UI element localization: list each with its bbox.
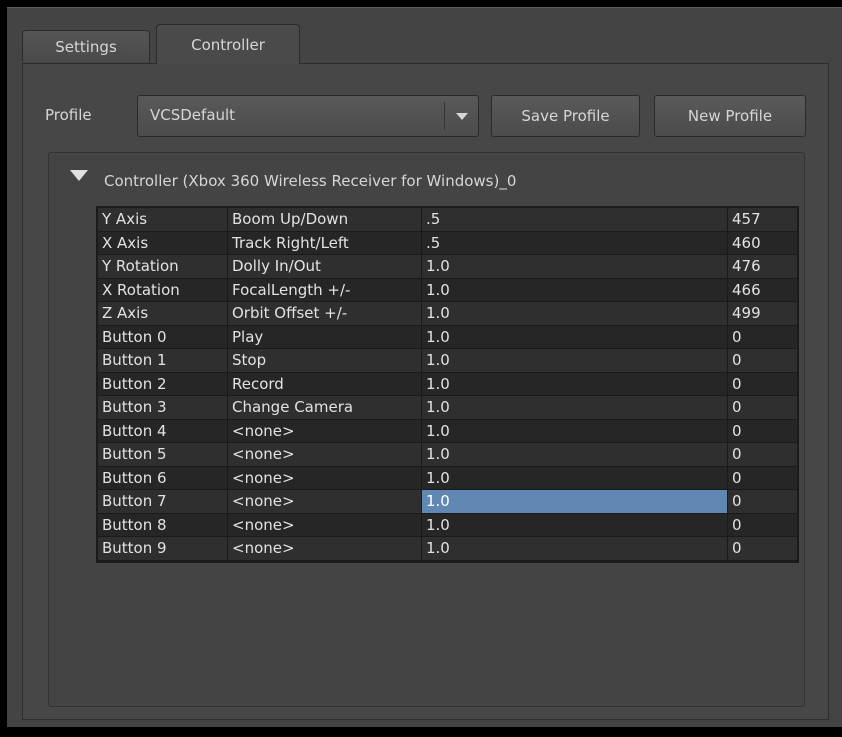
value-cell[interactable]: 457 xyxy=(728,208,797,232)
table-row[interactable]: Button 8 <none> 1.0 0 xyxy=(98,513,797,537)
scale-cell[interactable]: 1.0 xyxy=(422,537,728,561)
value-cell[interactable]: 0 xyxy=(728,419,797,443)
input-cell[interactable]: Y Rotation xyxy=(98,255,228,279)
value-cell[interactable]: 466 xyxy=(728,278,797,302)
action-cell[interactable]: Play xyxy=(228,325,422,349)
input-cell[interactable]: Button 8 xyxy=(98,513,228,537)
value-cell[interactable]: 499 xyxy=(728,302,797,326)
table-row[interactable]: Button 3 Change Camera 1.0 0 xyxy=(98,396,797,420)
scale-cell[interactable]: 1.0 xyxy=(422,302,728,326)
action-cell[interactable]: <none> xyxy=(228,537,422,561)
input-cell[interactable]: Button 5 xyxy=(98,443,228,467)
scale-cell[interactable]: .5 xyxy=(422,208,728,232)
table-row[interactable]: X Rotation FocalLength +/- 1.0 466 xyxy=(98,278,797,302)
value-cell[interactable]: 0 xyxy=(728,443,797,467)
expand-triangle-icon[interactable] xyxy=(70,170,88,181)
scale-cell[interactable]: 1.0 xyxy=(422,466,728,490)
action-cell[interactable]: Stop xyxy=(228,349,422,373)
table-row[interactable]: Button 6 <none> 1.0 0 xyxy=(98,466,797,490)
table-row[interactable]: Button 9 <none> 1.0 0 xyxy=(98,537,797,561)
chevron-down-icon[interactable] xyxy=(456,113,468,120)
action-cell[interactable]: Track Right/Left xyxy=(228,231,422,255)
controller-group-title: Controller (Xbox 360 Wireless Receiver f… xyxy=(104,172,517,190)
input-cell[interactable]: Button 1 xyxy=(98,349,228,373)
value-cell[interactable]: 0 xyxy=(728,537,797,561)
input-cell[interactable]: Button 3 xyxy=(98,396,228,420)
value-cell[interactable]: 0 xyxy=(728,372,797,396)
action-cell[interactable]: FocalLength +/- xyxy=(228,278,422,302)
new-profile-button[interactable]: New Profile xyxy=(654,95,806,137)
action-cell[interactable]: Change Camera xyxy=(228,396,422,420)
table-row[interactable]: Button 0 Play 1.0 0 xyxy=(98,325,797,349)
value-cell[interactable]: 0 xyxy=(728,466,797,490)
scale-cell[interactable]: 1.0 xyxy=(422,325,728,349)
tab-settings-label: Settings xyxy=(55,37,117,56)
value-cell[interactable]: 460 xyxy=(728,231,797,255)
scale-cell[interactable]: 1.0 xyxy=(422,490,728,514)
value-cell[interactable]: 0 xyxy=(728,513,797,537)
scale-cell[interactable]: 1.0 xyxy=(422,278,728,302)
tab-controller[interactable]: Controller xyxy=(156,24,300,64)
action-cell[interactable]: Dolly In/Out xyxy=(228,255,422,279)
table-row[interactable]: Y Rotation Dolly In/Out 1.0 476 xyxy=(98,255,797,279)
scale-cell[interactable]: 1.0 xyxy=(422,255,728,279)
scale-cell[interactable]: 1.0 xyxy=(422,372,728,396)
bottom-border xyxy=(7,727,842,737)
value-cell[interactable]: 0 xyxy=(728,396,797,420)
scale-cell[interactable]: 1.0 xyxy=(422,396,728,420)
value-cell[interactable]: 476 xyxy=(728,255,797,279)
table-row[interactable]: X Axis Track Right/Left .5 460 xyxy=(98,231,797,255)
table-row[interactable]: Button 2 Record 1.0 0 xyxy=(98,372,797,396)
value-cell[interactable]: 0 xyxy=(728,490,797,514)
action-cell[interactable]: Boom Up/Down xyxy=(228,208,422,232)
scale-cell[interactable]: .5 xyxy=(422,231,728,255)
action-cell[interactable]: <none> xyxy=(228,443,422,467)
value-cell[interactable]: 0 xyxy=(728,349,797,373)
action-cell[interactable]: Orbit Offset +/- xyxy=(228,302,422,326)
profile-label: Profile xyxy=(45,106,92,124)
scale-cell[interactable]: 1.0 xyxy=(422,419,728,443)
input-cell[interactable]: Button 9 xyxy=(98,537,228,561)
table-row[interactable]: Button 7 <none> 1.0 0 xyxy=(98,490,797,514)
input-cell[interactable]: Button 2 xyxy=(98,372,228,396)
input-cell[interactable]: Button 4 xyxy=(98,419,228,443)
value-cell[interactable]: 0 xyxy=(728,325,797,349)
scale-cell[interactable]: 1.0 xyxy=(422,349,728,373)
table-row[interactable]: Button 1 Stop 1.0 0 xyxy=(98,349,797,373)
action-cell[interactable]: <none> xyxy=(228,466,422,490)
table-row[interactable]: Button 4 <none> 1.0 0 xyxy=(98,419,797,443)
action-cell[interactable]: <none> xyxy=(228,419,422,443)
scale-cell[interactable]: 1.0 xyxy=(422,443,728,467)
profile-combobox-value: VCSDefault xyxy=(150,106,236,124)
input-cell[interactable]: Button 0 xyxy=(98,325,228,349)
scale-cell[interactable]: 1.0 xyxy=(422,513,728,537)
table-row[interactable]: Button 5 <none> 1.0 0 xyxy=(98,443,797,467)
action-cell[interactable]: <none> xyxy=(228,513,422,537)
input-cell[interactable]: Y Axis xyxy=(98,208,228,232)
action-cell[interactable]: <none> xyxy=(228,490,422,514)
combobox-separator xyxy=(444,102,445,130)
input-cell[interactable]: Z Axis xyxy=(98,302,228,326)
input-cell[interactable]: Button 7 xyxy=(98,490,228,514)
table-row[interactable]: Z Axis Orbit Offset +/- 1.0 499 xyxy=(98,302,797,326)
save-profile-button[interactable]: Save Profile xyxy=(491,95,640,137)
action-cell[interactable]: Record xyxy=(228,372,422,396)
table-row[interactable]: Y Axis Boom Up/Down .5 457 xyxy=(98,208,797,232)
tab-controller-label: Controller xyxy=(191,35,265,54)
input-cell[interactable]: Button 6 xyxy=(98,466,228,490)
tab-settings[interactable]: Settings xyxy=(22,30,150,62)
mapping-table: Y Axis Boom Up/Down .5 457 X Axis Track Right… xyxy=(96,206,799,563)
input-cell[interactable]: X Axis xyxy=(98,231,228,255)
profile-combobox[interactable]: VCSDefault xyxy=(137,95,479,137)
input-cell[interactable]: X Rotation xyxy=(98,278,228,302)
